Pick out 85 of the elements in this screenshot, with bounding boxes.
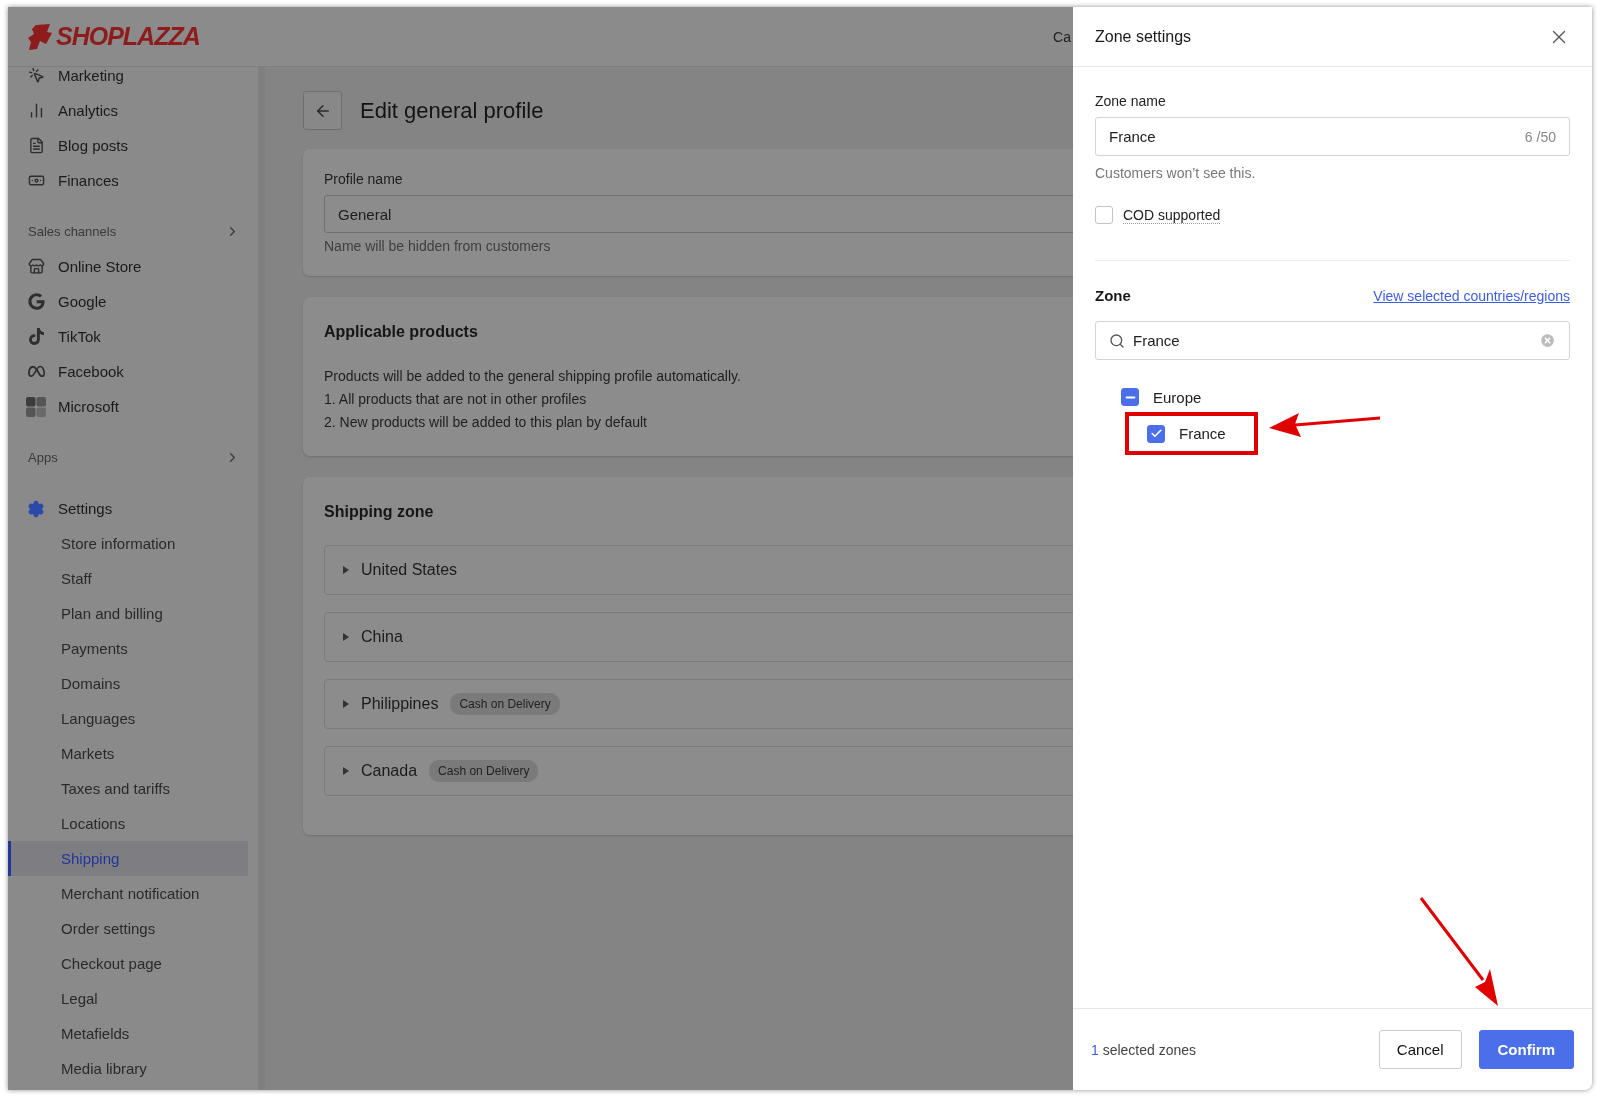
sidebar-subitem[interactable]: Taxes and tariffs	[8, 771, 248, 806]
field-hint: Name will be hidden from customers	[324, 238, 552, 254]
zone-name: Philippines	[361, 695, 439, 713]
search-value[interactable]: France	[1133, 332, 1531, 349]
sidebar-item[interactable]: Marketing	[8, 67, 258, 93]
confirm-button[interactable]: Confirm	[1478, 1030, 1574, 1069]
google-icon	[27, 293, 45, 310]
meta-icon	[27, 363, 45, 380]
caret-icon	[343, 566, 349, 574]
sidebar-item[interactable]: Blog posts	[8, 128, 258, 163]
store-icon	[27, 258, 45, 275]
field-label: Profile name	[324, 171, 404, 187]
tree-item[interactable]: Europe	[1121, 382, 1202, 412]
cancel-button[interactable]: Cancel	[1378, 1030, 1462, 1069]
tiktok-icon	[27, 328, 45, 345]
view-regions-link[interactable]: View selected countries/regions	[1373, 287, 1570, 304]
caret-icon	[343, 767, 349, 775]
sidebar-subitem[interactable]: Markets	[8, 736, 248, 771]
zone-name: United States	[361, 561, 458, 579]
checkbox[interactable]	[1147, 424, 1165, 443]
caret-icon	[343, 633, 349, 641]
checkbox[interactable]	[1095, 206, 1113, 224]
checkbox[interactable]	[1121, 388, 1139, 406]
sidebar-item[interactable]: Facebook	[8, 354, 258, 389]
document-icon	[27, 137, 45, 154]
sidebar-subitem[interactable]: Merchant notification	[8, 876, 248, 911]
sidebar-item[interactable]: Google	[8, 284, 258, 319]
sidebar-subitem[interactable]: Metafields	[8, 1016, 248, 1051]
highlighted-tree-item[interactable]: France	[1125, 412, 1258, 455]
checkbox-label: COD supported	[1123, 206, 1221, 224]
sidebar-subitem[interactable]: Store information	[8, 526, 248, 561]
cod-tag: Cash on Delivery	[429, 760, 539, 782]
sidebar-item[interactable]: TikTok	[8, 319, 258, 354]
sidebar-item[interactable]: Online Store	[8, 249, 258, 284]
back-button[interactable]	[303, 91, 342, 130]
check-icon	[1149, 427, 1163, 440]
sidebar-section[interactable]: Sales channels	[8, 214, 258, 249]
sidebar-subitem[interactable]: Domains	[8, 666, 248, 701]
sidebar-subitem[interactable]: Locations	[8, 806, 248, 841]
field-hint: Customers won’t see this.	[1095, 165, 1257, 181]
sidebar-subitem[interactable]: Staff	[8, 561, 248, 596]
sidebar-subitem[interactable]: Plan and billing	[8, 596, 248, 631]
page-title: Edit general profile	[360, 97, 544, 124]
zone-name: Canada	[361, 762, 418, 780]
input-field[interactable]: General	[324, 195, 1073, 233]
sidebar-subitem[interactable]: Checkout page	[8, 946, 248, 981]
sidebar-subitem[interactable]: Media library	[8, 1051, 248, 1086]
sidebar-subitem[interactable]: Legal	[8, 981, 248, 1016]
selected-count-text: 1 selected zones	[1091, 1041, 1197, 1058]
sidebar-section[interactable]: Apps	[8, 440, 258, 475]
card-title: Applicable products	[324, 323, 479, 341]
sidebar-subitem[interactable]: Languages	[8, 701, 248, 736]
zone-row[interactable]: United States	[324, 545, 1073, 595]
caret-icon	[343, 700, 349, 708]
settings-icon	[27, 499, 45, 518]
zone-name: China	[361, 628, 403, 646]
drawer-title: Zone settings	[1095, 27, 1192, 46]
description-text: 2. New products will be added to this plan by default	[324, 413, 648, 432]
cursor-click-icon	[27, 67, 45, 84]
logo-text: SHOPLAZZA	[56, 22, 200, 51]
search-icon	[1109, 332, 1125, 349]
tree-item-label: France	[1179, 425, 1226, 442]
sidebar-item[interactable]: Finances	[8, 163, 258, 198]
search-field[interactable]: France	[1095, 321, 1570, 360]
zone-row[interactable]: China	[324, 612, 1073, 662]
sidebar-item[interactable]: Settings	[8, 491, 258, 526]
cod-tag: Cash on Delivery	[450, 693, 560, 715]
description-text: Products will be added to the general shipping profile automatically.	[324, 367, 742, 386]
header-text: Ca	[1053, 29, 1071, 45]
sidebar-subitem[interactable]: Order settings	[8, 911, 248, 946]
description-text: 1. All products that are not in other profiles	[324, 390, 588, 409]
field-value[interactable]: France	[1109, 128, 1517, 145]
card-title: Shipping zone	[324, 503, 435, 521]
field-label: Zone name	[1095, 93, 1167, 109]
tree-item-label: Europe	[1153, 388, 1202, 406]
sidebar-subitem[interactable]: Payments	[8, 631, 248, 666]
logo-mark-icon	[28, 23, 52, 50]
sidebar-item[interactable]: Microsoft	[8, 389, 258, 424]
sidebar-item[interactable]: Analytics	[8, 93, 258, 128]
sidebar-subitem[interactable]: Shipping	[8, 841, 248, 876]
windows-grid-icon	[26, 396, 46, 417]
logo[interactable]: SHOPLAZZA	[28, 22, 200, 51]
text-field[interactable]: France 6 /50	[1095, 117, 1570, 156]
section-title: Zone	[1095, 287, 1131, 304]
character-counter: 6 /50	[1524, 128, 1556, 145]
